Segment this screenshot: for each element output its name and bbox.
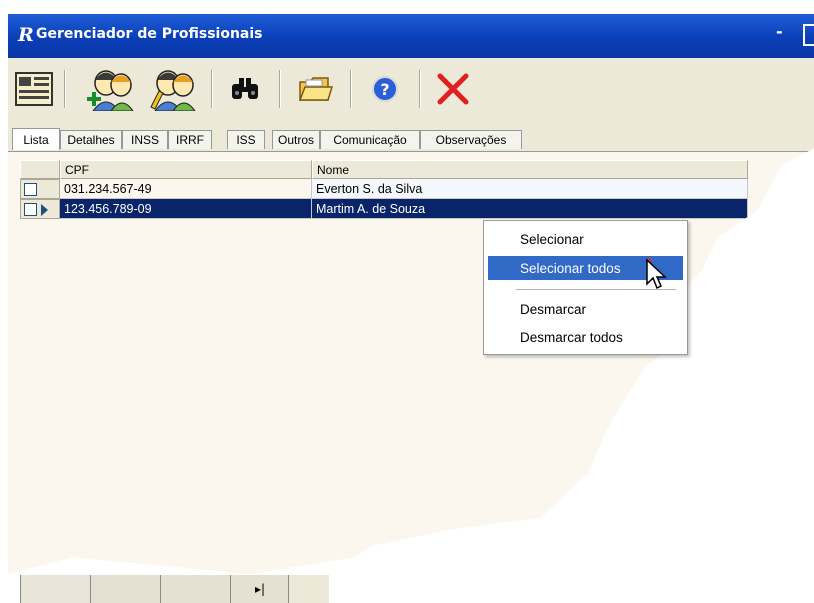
open-folder-button[interactable] (290, 66, 340, 112)
minimize-button[interactable]: - (776, 22, 783, 41)
table-row-selected[interactable]: 123.456.789-09 Martim A. de Souza (20, 199, 748, 219)
tab-divider (8, 151, 814, 152)
toolbar-separator (64, 70, 66, 108)
menu-item-desmarcar[interactable]: Desmarcar (488, 297, 683, 321)
navigator-segment[interactable] (90, 575, 161, 603)
navigator-segment[interactable] (20, 575, 91, 603)
tab-outros[interactable]: Outros (272, 130, 320, 149)
cell-cpf: 123.456.789-09 (60, 199, 312, 219)
cell-nome: Everton S. da Silva (312, 179, 748, 199)
mouse-cursor-icon (646, 258, 667, 290)
row-indicator (20, 199, 60, 219)
cell-cpf: 031.234.567-49 (60, 179, 312, 199)
row-checkbox[interactable] (24, 203, 37, 216)
toolbar-separator (211, 70, 213, 108)
tab-inss[interactable]: INSS (122, 130, 168, 149)
navigator-prev-button[interactable] (160, 575, 231, 603)
tab-lista[interactable]: Lista (12, 128, 60, 150)
app-logo-icon: R (18, 24, 34, 46)
edit-professional-icon (150, 70, 196, 111)
svg-text:?: ? (380, 80, 389, 99)
help-button[interactable]: ? (360, 66, 410, 112)
title-bar: R Gerenciador de Profissionais - (8, 14, 814, 58)
table-row[interactable]: 031.234.567-49 Everton S. da Silva (20, 179, 748, 199)
tab-detalhes[interactable]: Detalhes (60, 130, 122, 149)
binoculars-search-icon (232, 78, 258, 99)
navigator-segment[interactable] (288, 575, 329, 603)
delete-button[interactable] (428, 66, 478, 112)
navigator-last-button[interactable]: ▸| (230, 575, 289, 603)
edit-professional-button[interactable] (146, 66, 202, 112)
toolbar: ? (8, 58, 814, 122)
tab-observacoes[interactable]: Observações (420, 130, 522, 149)
grid-indicator-header (20, 160, 60, 179)
add-professional-button[interactable] (84, 66, 140, 112)
tab-comunicacao[interactable]: Comunicação (320, 130, 420, 149)
cell-nome: Martim A. de Souza (312, 199, 748, 219)
current-row-arrow-icon (41, 204, 48, 216)
toolbar-separator (350, 70, 352, 108)
row-checkbox[interactable] (24, 183, 37, 196)
tab-irrf[interactable]: IRRF (168, 130, 212, 149)
list-view-button[interactable] (12, 66, 56, 112)
menu-item-desmarcar-todos[interactable]: Desmarcar todos (488, 325, 683, 349)
toolbar-separator (419, 70, 421, 108)
delete-x-icon (437, 73, 469, 105)
maximize-button[interactable] (803, 24, 814, 46)
window-title: Gerenciador de Profissionais (36, 26, 263, 42)
toolbar-separator (279, 70, 281, 108)
search-button[interactable] (220, 66, 270, 112)
column-header-cpf[interactable]: CPF (60, 160, 312, 179)
open-folder-icon (298, 77, 333, 101)
list-view-icon (15, 72, 53, 106)
record-navigator: ▸| (20, 575, 350, 603)
add-professional-icon (87, 70, 134, 111)
row-indicator (20, 179, 60, 199)
menu-item-selecionar[interactable]: Selecionar (488, 227, 683, 251)
tab-bar: Lista Detalhes INSS IRRF ISS Outros Comu… (8, 122, 814, 152)
help-icon: ? (372, 76, 398, 102)
tab-iss[interactable]: ISS (227, 130, 265, 149)
column-header-nome[interactable]: Nome (312, 160, 748, 179)
